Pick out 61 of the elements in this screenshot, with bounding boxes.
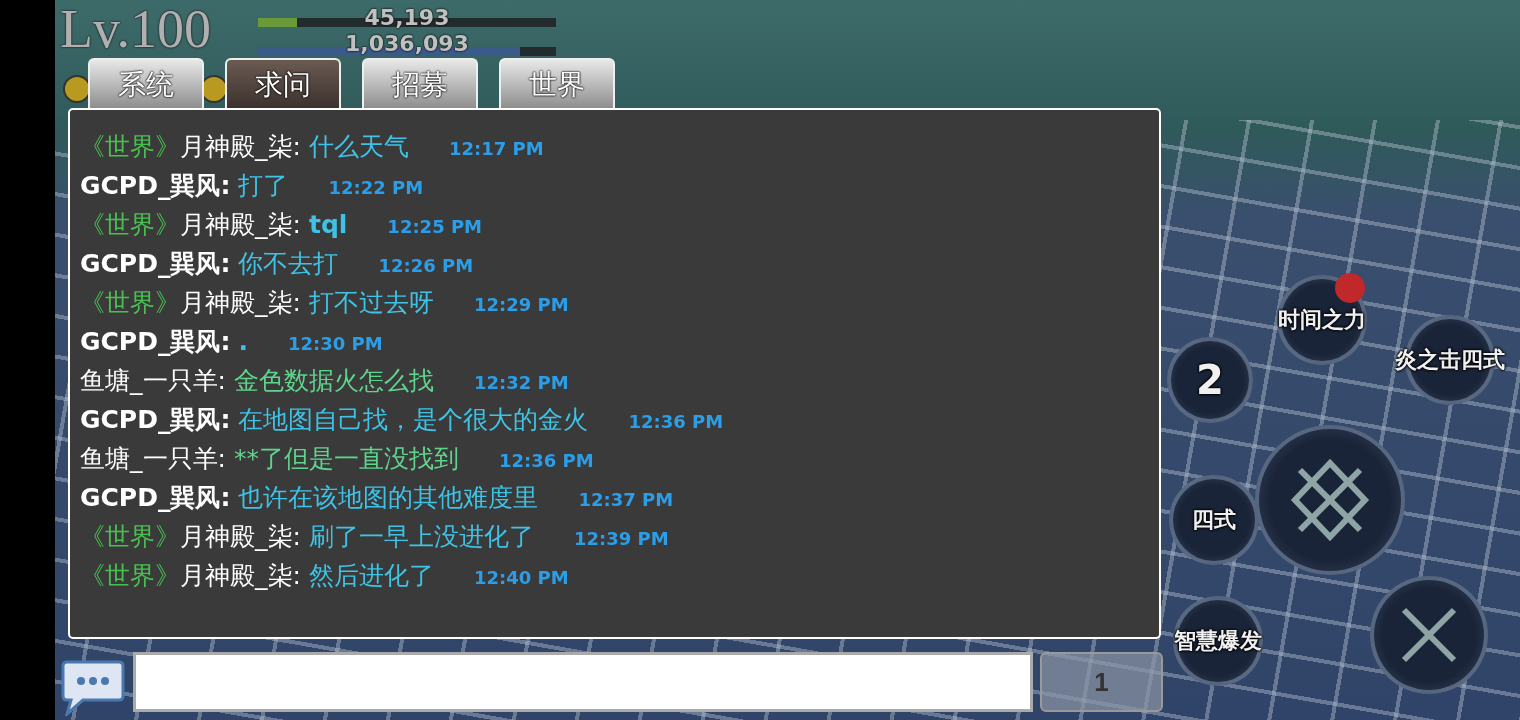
message-time: 12:36 PM <box>498 450 594 471</box>
skill-label: 四式 <box>1192 506 1236 534</box>
skill-label: 2 <box>1196 357 1224 403</box>
message-time: 12:22 PM <box>328 177 424 198</box>
message-text: 打了 <box>238 170 289 202</box>
health-reading: 45,193 <box>363 7 451 29</box>
message-text: 刷了一早上没进化了 <box>308 521 534 553</box>
channel-tag: 《世界》 <box>80 208 180 241</box>
message-text: tql <box>308 210 348 239</box>
sender-name: GCPD_巽风: <box>80 404 231 436</box>
channel-tab[interactable]: 世界 <box>499 58 615 110</box>
message-time: 12:26 PM <box>378 255 474 276</box>
message-text: 打不过去呀 <box>308 287 434 319</box>
skill-button[interactable] <box>1169 475 1259 565</box>
skill-label: 时间之力 <box>1278 306 1366 334</box>
message-time: 12:36 PM <box>628 411 724 432</box>
message-text: 也许在该地图的其他难度里 <box>238 482 539 514</box>
message-text: 什么天气 <box>308 131 409 163</box>
channel-tag: 《世界》 <box>80 286 180 319</box>
sender-name: GCPD_巽风: <box>80 170 231 202</box>
sender-name: 月神殿_柒: <box>180 287 301 319</box>
sender-name: 月神殿_柒: <box>180 131 301 163</box>
sender-name: 月神殿_柒: <box>180 209 301 241</box>
message-time: 12:25 PM <box>387 216 483 237</box>
skill-button[interactable] <box>1255 425 1405 575</box>
skill-label: 炎之击四式 <box>1395 346 1505 374</box>
channel-tag: 《世界》 <box>80 559 180 592</box>
message-time: 12:17 PM <box>448 138 544 159</box>
experience-reading: 1,036,093 <box>344 33 470 55</box>
message-time: 12:29 PM <box>473 294 569 315</box>
sender-name: GCPD_巽风: <box>80 482 231 514</box>
sender-name: 月神殿_柒: <box>180 560 301 592</box>
skill-button[interactable] <box>1277 275 1367 365</box>
sender-name: 鱼塘_一只羊: <box>80 443 226 475</box>
sender-name: GCPD_巽风: <box>80 326 231 358</box>
alert-dot <box>1335 273 1365 303</box>
sender-name: 月神殿_柒: <box>180 521 301 553</box>
coin-icon <box>63 75 91 103</box>
send-button[interactable]: 1 <box>1040 652 1163 712</box>
message-time: 12:37 PM <box>578 489 674 510</box>
message-time: 12:32 PM <box>473 372 569 393</box>
channel-tab[interactable]: 求问 <box>225 58 341 110</box>
channel-tab[interactable]: 系统 <box>88 58 204 110</box>
level-text: Lv.100 <box>60 2 211 56</box>
message-time: 12:30 PM <box>287 333 383 354</box>
channel-tab[interactable]: 招募 <box>362 58 478 110</box>
channel-tag: 《世界》 <box>80 130 180 163</box>
sender-name: GCPD_巽风: <box>80 248 231 280</box>
message-text: . <box>238 327 248 356</box>
message-time: 12:39 PM <box>573 528 669 549</box>
message-text: 在地图自己找，是个很大的金火 <box>238 404 589 436</box>
channel-tag: 《世界》 <box>80 520 180 553</box>
chat-bubble-icon[interactable] <box>61 658 125 716</box>
skill-label: 智慧爆发 <box>1174 627 1262 655</box>
message-text: 然后进化了 <box>308 560 434 592</box>
sender-name: 鱼塘_一只羊: <box>80 365 226 397</box>
message-text: **了但是一直没找到 <box>233 443 459 475</box>
chat-input-field[interactable] <box>133 652 1033 712</box>
message-text: 你不去打 <box>238 248 339 280</box>
message-time: 12:40 PM <box>473 567 569 588</box>
message-text: 金色数据火怎么找 <box>233 365 434 397</box>
